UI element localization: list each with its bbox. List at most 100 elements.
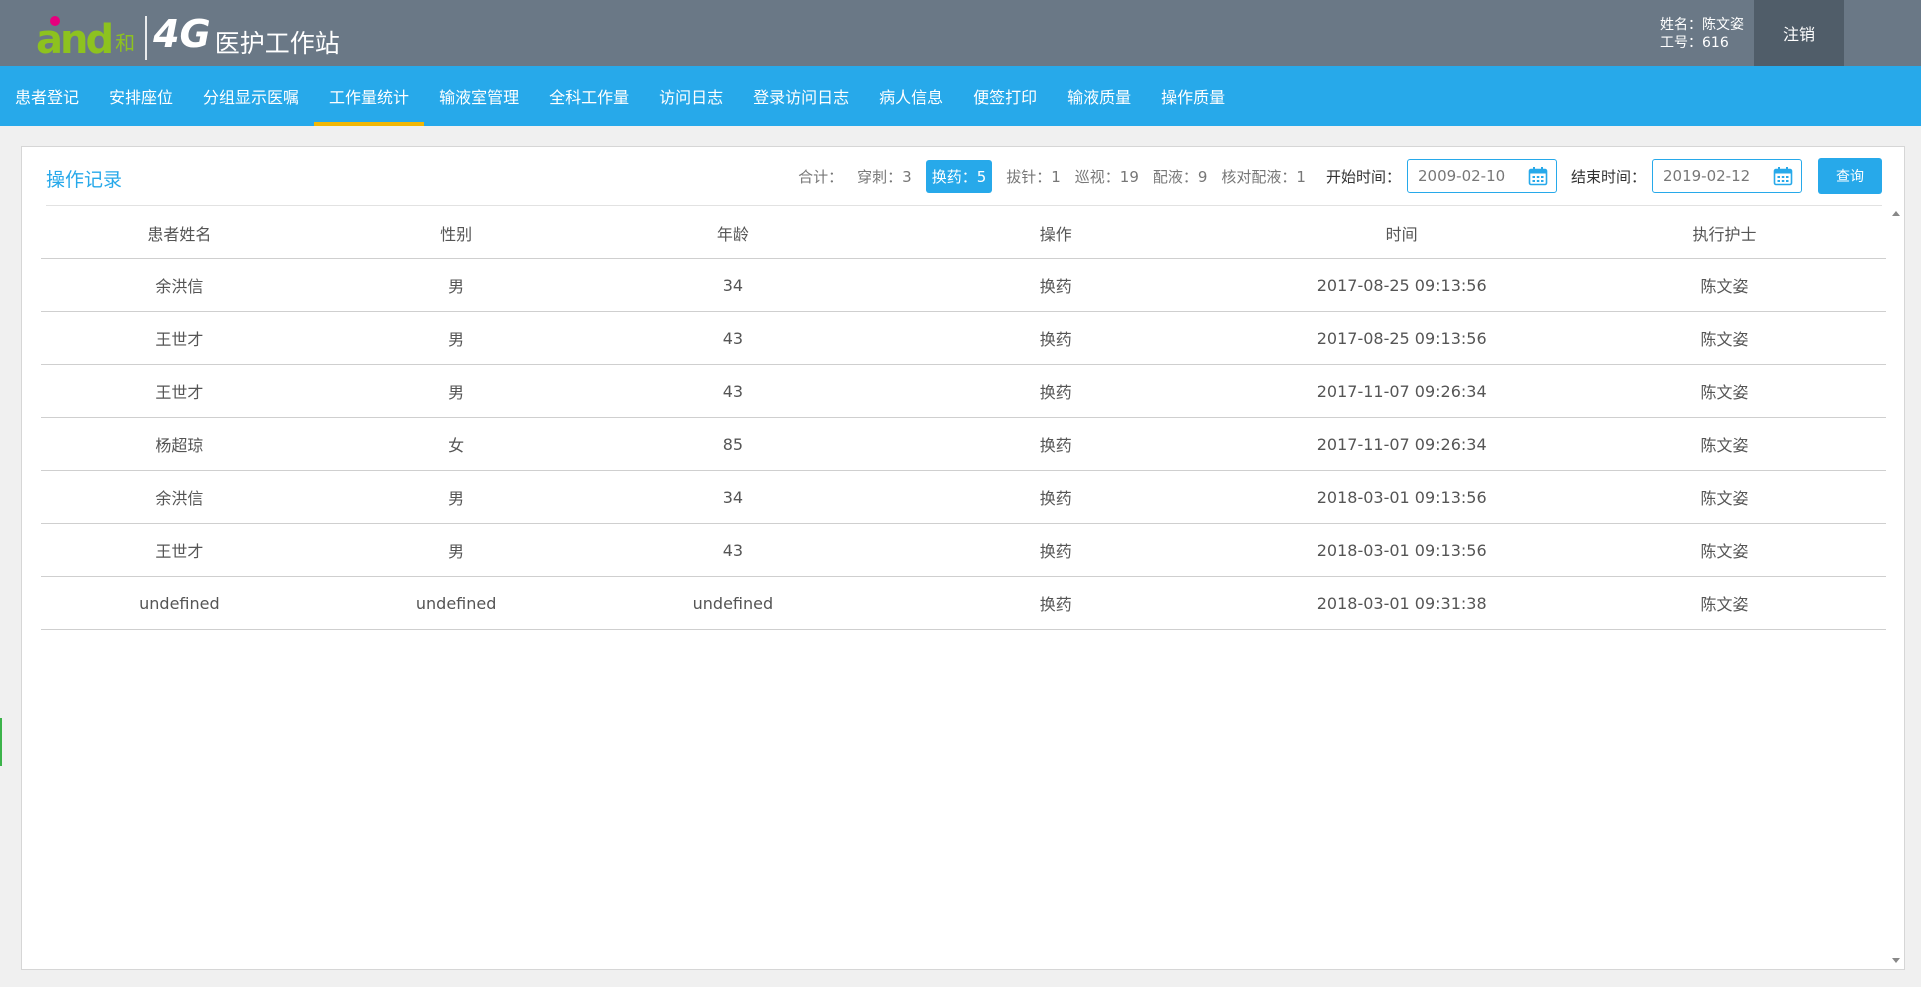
- end-date-input[interactable]: 2019-02-12: [1652, 159, 1802, 193]
- end-date-value: 2019-02-12: [1663, 167, 1751, 185]
- logo-he-text: 和: [115, 31, 136, 55]
- logout-button[interactable]: 注销: [1754, 0, 1844, 66]
- start-date-input[interactable]: 2009-02-10: [1406, 159, 1557, 193]
- scroll-up-arrow-icon[interactable]: [1892, 211, 1900, 216]
- scroll-down-arrow-icon[interactable]: [1892, 958, 1900, 963]
- table-cell: 换药: [871, 417, 1241, 471]
- table-cell: 余洪信: [41, 470, 318, 524]
- nav-item-1[interactable]: 安排座位: [94, 66, 188, 126]
- table-cell: 换药: [871, 523, 1241, 577]
- nav-item-9[interactable]: 便签打印: [958, 66, 1052, 126]
- table-header-row: 患者姓名 性别 年龄 操作 时间 执行护士: [41, 208, 1886, 259]
- table-cell: 王世才: [41, 523, 318, 577]
- user-info: 姓名：陈文姿 工号：616: [1660, 16, 1744, 52]
- stat-filter-2[interactable]: 拔针：1: [1006, 166, 1061, 187]
- panel-title: 操作记录: [46, 169, 123, 191]
- table-cell: undefined: [41, 576, 318, 630]
- table-cell: 2017-08-25 09:13:56: [1240, 311, 1564, 365]
- panel-header: 操作记录 合计： 穿刺：3 换药：5 拔针：1 巡视：19 配液：9 核对配液：1 开始时间…: [46, 147, 1882, 206]
- table-cell: 杨超琼: [41, 417, 318, 471]
- query-button[interactable]: 查询: [1818, 158, 1882, 194]
- nav-item-4[interactable]: 输液室管理: [424, 66, 534, 126]
- table-cell: 2017-11-07 09:26:34: [1240, 417, 1564, 471]
- table-cell: 85: [594, 417, 872, 471]
- table-row: 杨超琼女 85 换药 2017-11-07 09:26:34 陈文姿: [41, 417, 1886, 471]
- table-cell: 男: [317, 311, 595, 365]
- stat-filter-3[interactable]: 巡视：19: [1075, 166, 1139, 187]
- nav-item-3[interactable]: 工作量统计: [314, 66, 425, 126]
- stat-filter-4[interactable]: 配液：9: [1153, 166, 1208, 187]
- table-row: 余洪信男 34 换药 2017-08-25 09:13:56 陈文姿: [41, 258, 1886, 312]
- table-cell: 43: [594, 364, 872, 418]
- table-body: 余洪信男 34 换药 2017-08-25 09:13:56 陈文姿 王世才男 43 换药 20…: [41, 258, 1886, 630]
- table-cell: 2018-03-01 09:31:38: [1240, 576, 1564, 630]
- table-cell: 男: [317, 523, 595, 577]
- logo-4g-text: 4G: [153, 12, 211, 56]
- nav-item-7[interactable]: 登录访问日志: [738, 66, 864, 126]
- column-header-0: 患者姓名: [41, 208, 318, 259]
- nav-item-0[interactable]: 患者登记: [0, 66, 94, 126]
- column-header-3: 操作: [871, 208, 1241, 259]
- table-cell: 王世才: [41, 311, 318, 365]
- table-cell: 2018-03-01 09:13:56: [1240, 470, 1564, 524]
- app-title: 医护工作站: [214, 29, 340, 58]
- start-date-value: 2009-02-10: [1417, 167, 1506, 185]
- end-date-calendar-icon[interactable]: [1773, 166, 1793, 186]
- table-cell: 男: [317, 470, 595, 524]
- table-row: 余洪信男 34 换药 2018-03-01 09:13:56 陈文姿: [41, 470, 1886, 524]
- table-cell: 2017-08-25 09:13:56: [1240, 258, 1564, 312]
- table-cell: 男: [317, 258, 595, 312]
- table-row: 王世才男 43 换药 2017-08-25 09:13:56 陈文姿: [41, 311, 1886, 365]
- logo-and-text: and: [36, 17, 114, 63]
- table-cell: 王世才: [41, 364, 318, 418]
- table-cell: 2018-03-01 09:13:56: [1240, 523, 1564, 577]
- nav-item-8[interactable]: 病人信息: [864, 66, 958, 126]
- table-row: undefined undefined undefined 换药 2018-03-01 …: [41, 576, 1886, 630]
- table-cell: 换药: [871, 311, 1241, 365]
- start-date-label: 开始时间：: [1325, 167, 1401, 186]
- stats-total-label: 合计：: [798, 167, 844, 186]
- table-cell: 余洪信: [41, 258, 318, 312]
- left-edge-marker: [0, 718, 2, 766]
- operation-record-panel: 操作记录 合计： 穿刺：3 换药：5 拔针：1 巡视：19 配液：9 核对配液：1 开始时间…: [21, 146, 1905, 970]
- records-table: 患者姓名 性别 年龄 操作 时间 执行护士 余洪信男 34 换药 2017-08-25 09:1…: [41, 208, 1886, 630]
- table-cell: undefined: [317, 576, 595, 630]
- table-cell: 2017-11-07 09:26:34: [1240, 364, 1564, 418]
- table-cell: 陈文姿: [1563, 470, 1886, 524]
- stat-filter-1[interactable]: 换药：5: [925, 159, 993, 193]
- table-cell: 陈文姿: [1563, 523, 1886, 577]
- logo-divider: [145, 16, 148, 60]
- top-header: and 和 4G 医护工作站 姓名：陈文姿 工号：616 注销: [0, 0, 1921, 66]
- nav-item-6[interactable]: 访问日志: [644, 66, 738, 126]
- table-cell: 陈文姿: [1563, 364, 1886, 418]
- app-logo: and 和 4G 医护工作站: [36, 8, 340, 60]
- stats-bar: 合计： 穿刺：3 换药：5 拔针：1 巡视：19 配液：9 核对配液：1 开始时间： 2009…: [798, 157, 1882, 195]
- table-cell: 34: [594, 470, 872, 524]
- column-header-1: 性别: [317, 208, 595, 259]
- stat-filter-5[interactable]: 核对配液：1: [1221, 166, 1306, 187]
- nav-item-5[interactable]: 全科工作量: [534, 66, 644, 126]
- table-cell: 换药: [871, 364, 1241, 418]
- end-date-label: 结束时间：: [1570, 167, 1646, 186]
- nav-item-10[interactable]: 输液质量: [1052, 66, 1146, 126]
- table-scrollbar[interactable]: [1891, 209, 1901, 965]
- table-cell: 陈文姿: [1563, 258, 1886, 312]
- user-id: 工号：616: [1660, 35, 1729, 51]
- table-cell: 34: [594, 258, 872, 312]
- main-nav: 患者登记 安排座位 分组显示医嘱 工作量统计 输液室管理 全科工作量 访问日志 登录访问日志病…: [0, 66, 1921, 126]
- table-row: 王世才男 43 换药 2018-03-01 09:13:56 陈文姿: [41, 523, 1886, 577]
- table-cell: 43: [594, 311, 872, 365]
- logo-dot: [50, 16, 60, 26]
- nav-item-11[interactable]: 操作质量: [1146, 66, 1240, 126]
- table-cell: 换药: [871, 576, 1241, 630]
- table-cell: 男: [317, 364, 595, 418]
- logo-and-mark: and: [36, 16, 114, 63]
- nav-item-2[interactable]: 分组显示医嘱: [188, 66, 314, 126]
- column-header-5: 执行护士: [1563, 208, 1886, 259]
- stat-filter-0[interactable]: 穿刺：3: [857, 166, 912, 187]
- column-header-2: 年龄: [594, 208, 872, 259]
- table-cell: 陈文姿: [1563, 417, 1886, 471]
- table-cell: 陈文姿: [1563, 576, 1886, 630]
- start-date-calendar-icon[interactable]: [1528, 166, 1548, 186]
- table-cell: undefined: [594, 576, 872, 630]
